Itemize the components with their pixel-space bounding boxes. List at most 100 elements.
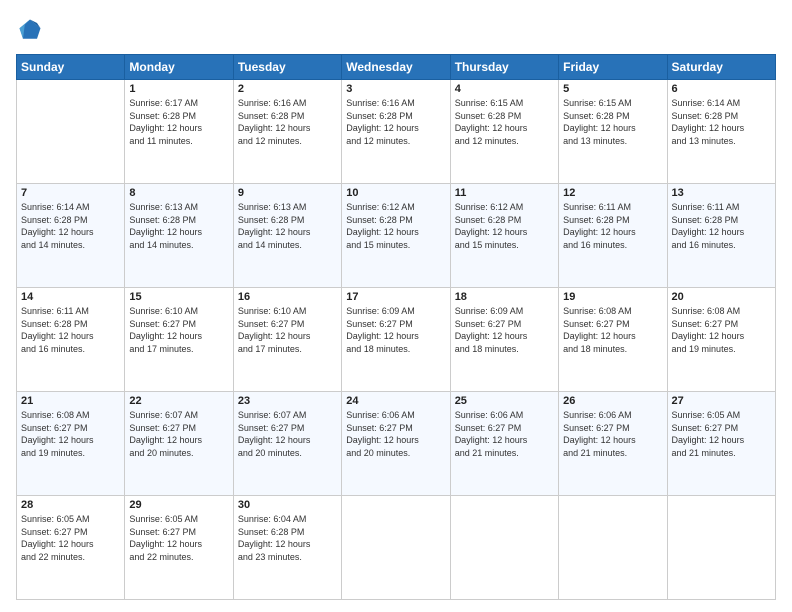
day-detail: Sunrise: 6:05 AM Sunset: 6:27 PM Dayligh… (21, 513, 120, 563)
day-number: 26 (563, 395, 662, 407)
calendar-cell: 12 Sunrise: 6:11 AM Sunset: 6:28 PM Dayli… (559, 184, 667, 288)
calendar-cell: 6 Sunrise: 6:14 AM Sunset: 6:28 PM Daylig… (667, 80, 775, 184)
day-number: 29 (129, 499, 228, 511)
calendar-week-1: 1 Sunrise: 6:17 AM Sunset: 6:28 PM Daylig… (17, 80, 776, 184)
day-number: 17 (346, 291, 445, 303)
day-detail: Sunrise: 6:11 AM Sunset: 6:28 PM Dayligh… (21, 305, 120, 355)
calendar-cell (559, 496, 667, 600)
calendar-week-2: 7 Sunrise: 6:14 AM Sunset: 6:28 PM Daylig… (17, 184, 776, 288)
calendar-header-wednesday: Wednesday (342, 55, 450, 80)
day-detail: Sunrise: 6:08 AM Sunset: 6:27 PM Dayligh… (672, 305, 771, 355)
day-number: 13 (672, 187, 771, 199)
calendar-header-saturday: Saturday (667, 55, 775, 80)
day-number: 5 (563, 83, 662, 95)
day-number: 12 (563, 187, 662, 199)
day-number: 16 (238, 291, 337, 303)
calendar-cell: 9Sunrise: 6:13 AM Sunset: 6:28 PM Daylig… (233, 184, 341, 288)
calendar-cell: 2 Sunrise: 6:16 AM Sunset: 6:28 PM Daylig… (233, 80, 341, 184)
calendar-cell: 10Sunrise: 6:12 AM Sunset: 6:28 PM Dayli… (342, 184, 450, 288)
day-detail: Sunrise: 6:07 AM Sunset: 6:27 PM Dayligh… (129, 409, 228, 459)
day-detail: Sunrise: 6:14 AM Sunset: 6:28 PM Dayligh… (672, 97, 771, 147)
calendar-cell: 4 Sunrise: 6:15 AM Sunset: 6:28 PM Daylig… (450, 80, 558, 184)
day-number: 7 (21, 187, 120, 199)
day-detail: Sunrise: 6:13 AM Sunset: 6:28 PM Dayligh… (129, 201, 228, 251)
calendar-cell: 20 Sunrise: 6:08 AM Sunset: 6:27 PM Dayli… (667, 288, 775, 392)
logo (16, 16, 48, 44)
day-detail: Sunrise: 6:15 AM Sunset: 6:28 PM Dayligh… (563, 97, 662, 147)
calendar-cell: 8Sunrise: 6:13 AM Sunset: 6:28 PM Daylig… (125, 184, 233, 288)
day-detail: Sunrise: 6:07 AM Sunset: 6:27 PM Dayligh… (238, 409, 337, 459)
day-number: 1 (129, 83, 228, 95)
day-number: 2 (238, 83, 337, 95)
day-number: 18 (455, 291, 554, 303)
calendar-cell: 1 Sunrise: 6:17 AM Sunset: 6:28 PM Daylig… (125, 80, 233, 184)
calendar-header-thursday: Thursday (450, 55, 558, 80)
calendar-week-3: 14 Sunrise: 6:11 AM Sunset: 6:28 PM Dayli… (17, 288, 776, 392)
day-detail: Sunrise: 6:04 AM Sunset: 6:28 PM Dayligh… (238, 513, 337, 563)
calendar-cell: 28 Sunrise: 6:05 AM Sunset: 6:27 PM Dayli… (17, 496, 125, 600)
day-detail: Sunrise: 6:13 AM Sunset: 6:28 PM Dayligh… (238, 201, 337, 251)
calendar-cell: 7 Sunrise: 6:14 AM Sunset: 6:28 PM Daylig… (17, 184, 125, 288)
day-number: 30 (238, 499, 337, 511)
page: SundayMondayTuesdayWednesdayThursdayFrid… (0, 0, 792, 612)
day-detail: Sunrise: 6:09 AM Sunset: 6:27 PM Dayligh… (455, 305, 554, 355)
day-number: 3 (346, 83, 445, 95)
calendar-cell: 14 Sunrise: 6:11 AM Sunset: 6:28 PM Dayli… (17, 288, 125, 392)
calendar-cell (342, 496, 450, 600)
calendar-cell (17, 80, 125, 184)
calendar-cell (667, 496, 775, 600)
day-number: 11 (455, 187, 554, 199)
calendar-cell: 21 Sunrise: 6:08 AM Sunset: 6:27 PM Dayli… (17, 392, 125, 496)
calendar-cell: 13 Sunrise: 6:11 AM Sunset: 6:28 PM Dayli… (667, 184, 775, 288)
day-number: 20 (672, 291, 771, 303)
day-detail: Sunrise: 6:06 AM Sunset: 6:27 PM Dayligh… (563, 409, 662, 459)
logo-icon (16, 16, 44, 44)
day-detail: Sunrise: 6:15 AM Sunset: 6:28 PM Dayligh… (455, 97, 554, 147)
day-detail: Sunrise: 6:05 AM Sunset: 6:27 PM Dayligh… (672, 409, 771, 459)
calendar-week-4: 21 Sunrise: 6:08 AM Sunset: 6:27 PM Dayli… (17, 392, 776, 496)
day-number: 4 (455, 83, 554, 95)
calendar-cell: 15 Sunrise: 6:10 AM Sunset: 6:27 PM Dayli… (125, 288, 233, 392)
day-detail: Sunrise: 6:06 AM Sunset: 6:27 PM Dayligh… (455, 409, 554, 459)
calendar-cell: 24 Sunrise: 6:06 AM Sunset: 6:27 PM Dayli… (342, 392, 450, 496)
day-detail: Sunrise: 6:08 AM Sunset: 6:27 PM Dayligh… (563, 305, 662, 355)
day-detail: Sunrise: 6:14 AM Sunset: 6:28 PM Dayligh… (21, 201, 120, 251)
day-detail: Sunrise: 6:16 AM Sunset: 6:28 PM Dayligh… (238, 97, 337, 147)
calendar-cell (450, 496, 558, 600)
day-number: 23 (238, 395, 337, 407)
calendar-cell: 19 Sunrise: 6:08 AM Sunset: 6:27 PM Dayli… (559, 288, 667, 392)
header (16, 16, 776, 44)
day-detail: Sunrise: 6:10 AM Sunset: 6:27 PM Dayligh… (238, 305, 337, 355)
day-detail: Sunrise: 6:10 AM Sunset: 6:27 PM Dayligh… (129, 305, 228, 355)
calendar-cell: 5 Sunrise: 6:15 AM Sunset: 6:28 PM Daylig… (559, 80, 667, 184)
day-detail: Sunrise: 6:12 AM Sunset: 6:28 PM Dayligh… (455, 201, 554, 251)
calendar-week-5: 28 Sunrise: 6:05 AM Sunset: 6:27 PM Dayli… (17, 496, 776, 600)
calendar-header-row: SundayMondayTuesdayWednesdayThursdayFrid… (17, 55, 776, 80)
day-detail: Sunrise: 6:11 AM Sunset: 6:28 PM Dayligh… (672, 201, 771, 251)
calendar-cell: 11 Sunrise: 6:12 AM Sunset: 6:28 PM Dayli… (450, 184, 558, 288)
calendar-cell: 29 Sunrise: 6:05 AM Sunset: 6:27 PM Dayli… (125, 496, 233, 600)
calendar-cell: 27 Sunrise: 6:05 AM Sunset: 6:27 PM Dayli… (667, 392, 775, 496)
day-detail: Sunrise: 6:12 AM Sunset: 6:28 PM Dayligh… (346, 201, 445, 251)
day-number: 15 (129, 291, 228, 303)
calendar-header-tuesday: Tuesday (233, 55, 341, 80)
day-detail: Sunrise: 6:06 AM Sunset: 6:27 PM Dayligh… (346, 409, 445, 459)
day-number: 28 (21, 499, 120, 511)
day-detail: Sunrise: 6:09 AM Sunset: 6:27 PM Dayligh… (346, 305, 445, 355)
calendar-cell: 30 Sunrise: 6:04 AM Sunset: 6:28 PM Dayli… (233, 496, 341, 600)
calendar-header-monday: Monday (125, 55, 233, 80)
day-number: 6 (672, 83, 771, 95)
calendar-table: SundayMondayTuesdayWednesdayThursdayFrid… (16, 54, 776, 600)
day-detail: Sunrise: 6:08 AM Sunset: 6:27 PM Dayligh… (21, 409, 120, 459)
day-detail: Sunrise: 6:05 AM Sunset: 6:27 PM Dayligh… (129, 513, 228, 563)
day-number: 21 (21, 395, 120, 407)
day-number: 25 (455, 395, 554, 407)
day-detail: Sunrise: 6:17 AM Sunset: 6:28 PM Dayligh… (129, 97, 228, 147)
day-number: 14 (21, 291, 120, 303)
day-detail: Sunrise: 6:11 AM Sunset: 6:28 PM Dayligh… (563, 201, 662, 251)
day-number: 24 (346, 395, 445, 407)
calendar-header-sunday: Sunday (17, 55, 125, 80)
day-number: 19 (563, 291, 662, 303)
day-number: 27 (672, 395, 771, 407)
day-detail: Sunrise: 6:16 AM Sunset: 6:28 PM Dayligh… (346, 97, 445, 147)
